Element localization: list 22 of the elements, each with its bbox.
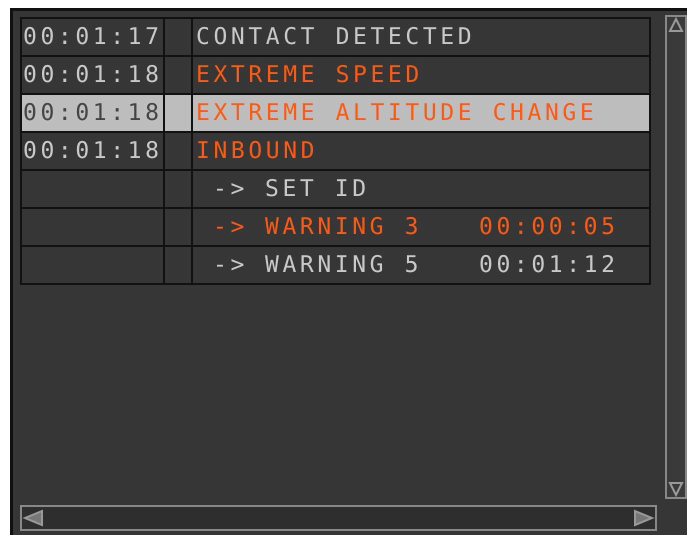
event-time: 00:01:18 [22, 62, 163, 88]
event-message: CONTACT DETECTED [195, 24, 476, 50]
event-time: 00:01:18 [22, 138, 163, 164]
event-message: EXTREME ALTITUDE CHANGE [195, 100, 598, 126]
horizontal-scrollbar[interactable] [20, 505, 657, 531]
timer: 00:00:05 [479, 214, 619, 240]
up-arrow-icon[interactable] [667, 17, 685, 33]
right-arrow-icon[interactable] [633, 509, 655, 527]
down-arrow-icon[interactable] [667, 481, 685, 497]
arrow-glyph: -> [213, 176, 249, 202]
sub-message: WARNING 3 [265, 214, 424, 240]
event-time: 00:01:18 [22, 100, 163, 126]
arrow-glyph: -> [213, 214, 249, 240]
timer: 00:01:12 [479, 252, 619, 278]
left-arrow-icon[interactable] [22, 509, 44, 527]
vertical-scrollbar[interactable] [665, 15, 687, 499]
event-message: EXTREME SPEED [195, 62, 423, 88]
event-message: INBOUND [195, 138, 318, 164]
event-time: 00:01:17 [22, 24, 163, 50]
sub-message: WARNING 5 [265, 252, 424, 278]
sub-message: SET ID [265, 176, 371, 202]
arrow-glyph: -> [213, 252, 249, 278]
